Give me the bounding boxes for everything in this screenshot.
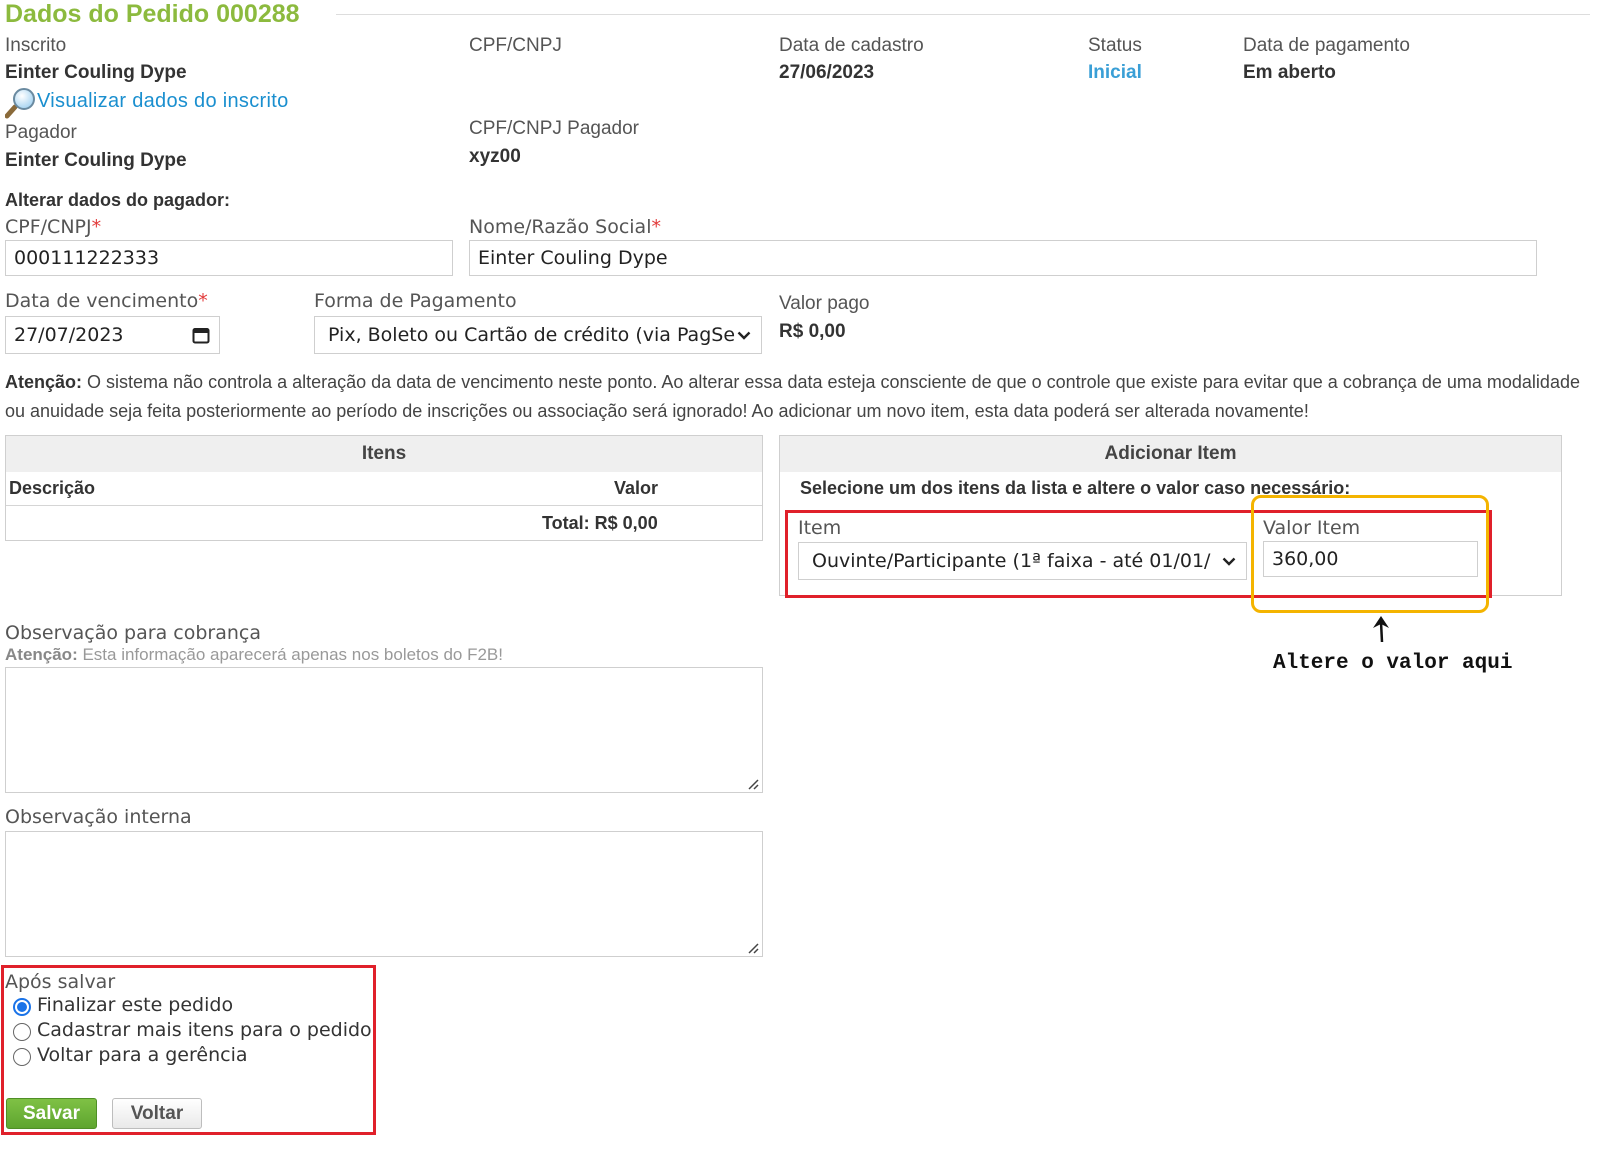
items-table-columns: Descrição Valor [6, 472, 762, 506]
status-label: Status [1088, 35, 1142, 56]
annotation-red-box-after-save [1, 965, 376, 1135]
data-pagamento-value: Em aberto [1243, 62, 1336, 83]
valor-pago-value: R$ 0,00 [779, 321, 846, 342]
view-subscriber-link[interactable]: Visualizar dados do inscrito [37, 90, 289, 113]
nome-input[interactable]: Einter Couling Dype [469, 240, 1537, 276]
items-table: Itens Descrição Valor Total: R$ 0,00 [5, 435, 763, 541]
items-table-header: Itens [6, 436, 762, 472]
obs-interna-label: Observação interna [5, 806, 192, 828]
chevron-down-icon [737, 326, 751, 345]
data-pagamento-label: Data de pagamento [1243, 35, 1410, 56]
items-total-row: Total: R$ 0,00 [6, 506, 762, 540]
cpf-label: CPF/CNPJ [469, 35, 562, 56]
obs-cobranca-hint: Atenção: Esta informação aparecerá apena… [5, 645, 503, 664]
data-cadastro-label: Data de cadastro [779, 35, 924, 56]
annotation-arrow-icon [1370, 614, 1394, 644]
status-value: Inicial [1088, 62, 1142, 83]
cpf-pagador-label: CPF/CNPJ Pagador [469, 118, 640, 139]
add-item-header: Adicionar Item [780, 436, 1561, 472]
forma-pagamento-select[interactable]: Pix, Boleto ou Cartão de crédito (via Pa… [314, 316, 762, 354]
calendar-icon[interactable] [192, 326, 210, 344]
annotation-yellow-box-valor [1251, 495, 1489, 613]
valor-pago-label: Valor pago [779, 293, 870, 314]
forma-pagamento-label: Forma de Pagamento [314, 290, 517, 312]
title-divider [336, 14, 1590, 15]
nome-field-label: Nome/Razão Social* [469, 216, 661, 238]
resize-grip-icon[interactable] [747, 777, 759, 790]
items-total: Total: R$ 0,00 [542, 513, 658, 533]
col-descricao: Descrição [9, 478, 96, 498]
data-cadastro-value: 27/06/2023 [779, 62, 875, 83]
inscrito-value: Einter Couling Dype [5, 62, 187, 83]
pagador-label: Pagador [5, 122, 77, 143]
cpf-field-label: CPF/CNPJ* [5, 216, 102, 238]
col-valor: Valor [614, 478, 659, 498]
vencimento-label: Data de vencimento* [5, 290, 208, 312]
inscrito-label: Inscrito [5, 35, 67, 56]
cpf-input[interactable]: 000111222333 [5, 240, 453, 276]
pagador-value: Einter Couling Dype [5, 150, 187, 171]
page-title: Dados do Pedido 000288 [5, 0, 300, 28]
due-date-notice: Atenção: O sistema não controla a altera… [5, 372, 1580, 421]
annotation-text: Altere o valor aqui [1273, 652, 1513, 675]
resize-grip-icon[interactable] [747, 941, 759, 954]
cpf-pagador-value: xyz00 [469, 146, 521, 167]
vencimento-date-input[interactable]: 27/07/2023 [5, 316, 220, 354]
payer-form-heading: Alterar dados do pagador: [5, 190, 231, 210]
magnifier-icon[interactable] [4, 86, 39, 120]
obs-cobranca-label: Observação para cobrança [5, 622, 261, 644]
obs-interna-textarea[interactable] [5, 831, 763, 957]
obs-cobranca-textarea[interactable] [5, 667, 763, 793]
